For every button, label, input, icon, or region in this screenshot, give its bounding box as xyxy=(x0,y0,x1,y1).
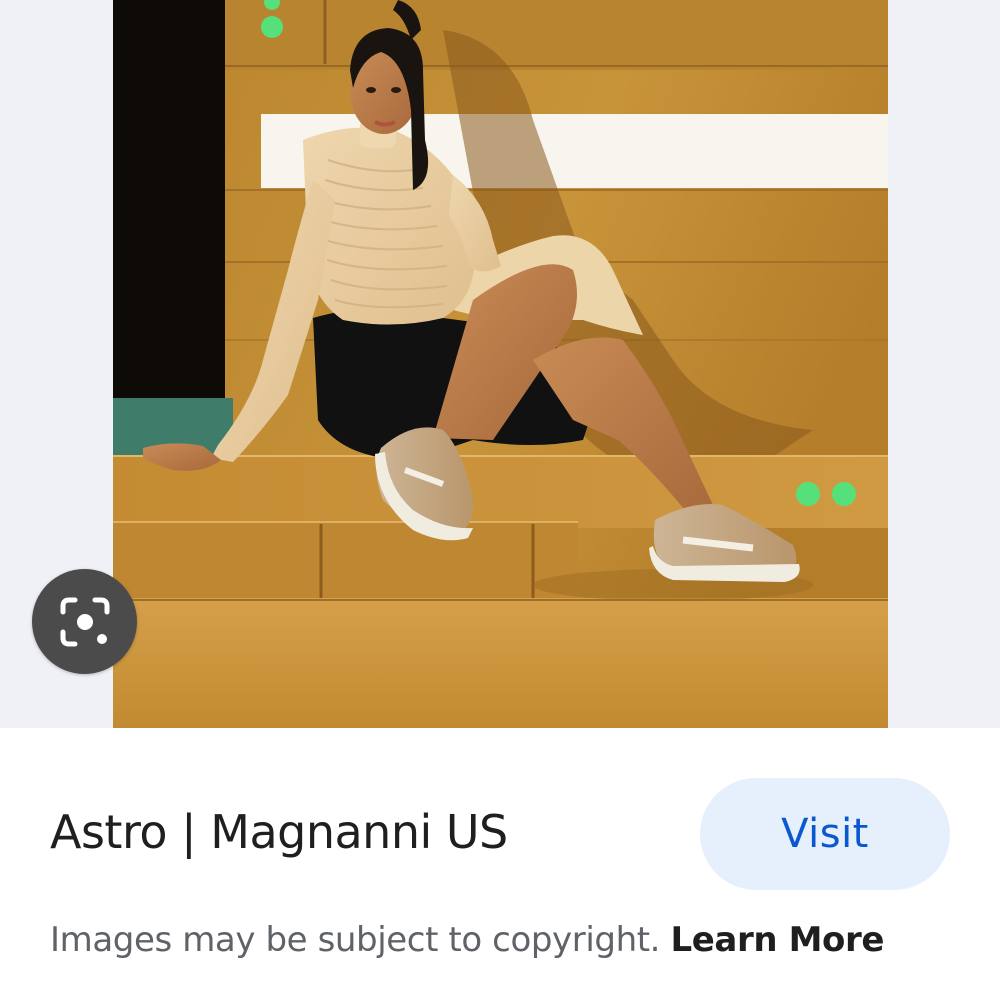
image-viewer xyxy=(0,0,1000,728)
copyright-notice: Images may be subject to copyright. Lear… xyxy=(50,918,884,962)
learn-more-link[interactable]: Learn More xyxy=(671,920,885,960)
result-image[interactable] xyxy=(113,0,888,728)
product-photo xyxy=(113,0,888,728)
visit-label: Visit xyxy=(781,811,869,857)
lens-search-button[interactable] xyxy=(32,569,137,674)
copyright-text: Images may be subject to copyright. xyxy=(50,920,661,960)
result-info: Astro | Magnanni US Visit Images may be … xyxy=(0,728,1000,1000)
source-title[interactable]: Astro | Magnanni US xyxy=(50,802,508,862)
lens-search-icon xyxy=(60,597,109,646)
visit-button[interactable]: Visit xyxy=(700,778,950,890)
